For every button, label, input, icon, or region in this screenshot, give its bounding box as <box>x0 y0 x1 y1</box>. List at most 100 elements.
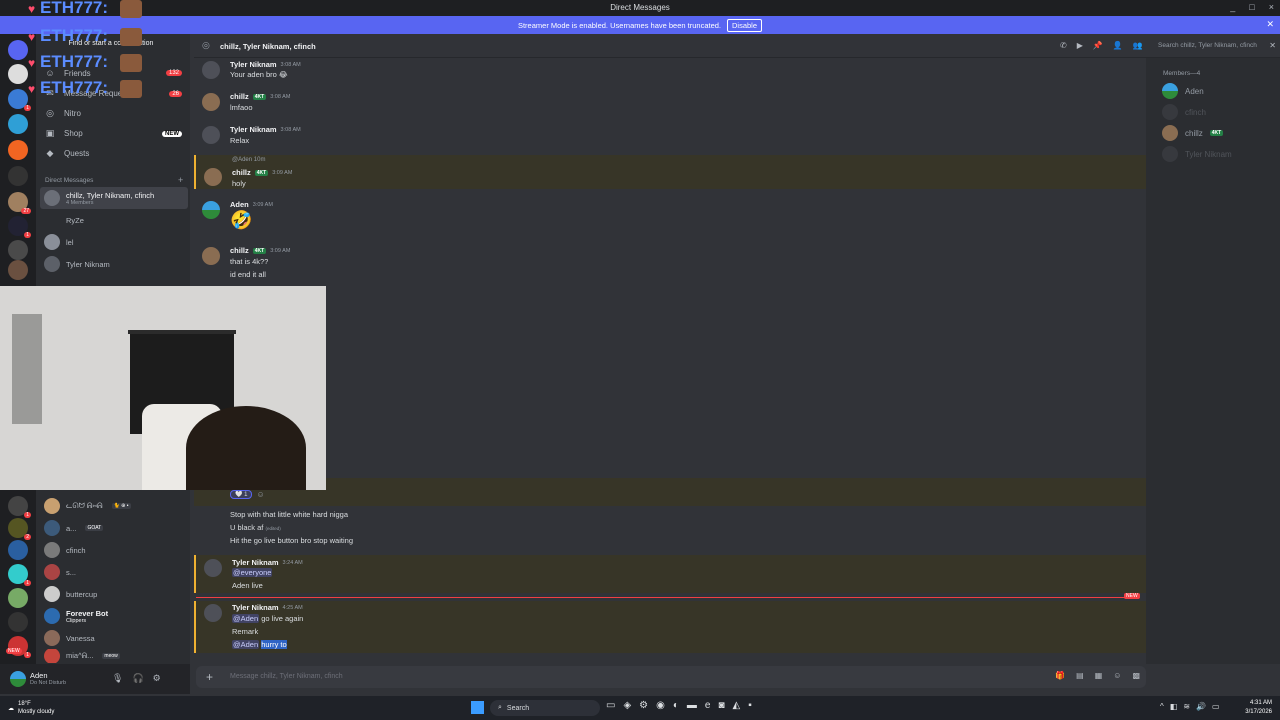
server-icon[interactable] <box>8 240 28 260</box>
server-icon[interactable] <box>8 114 28 134</box>
server-icon[interactable]: 2 <box>8 518 31 540</box>
avatar[interactable] <box>204 604 222 622</box>
avatar <box>44 649 60 663</box>
start-button[interactable] <box>471 701 484 714</box>
weather-widget[interactable]: ☁ 18°F Mostly cloudy <box>8 700 54 716</box>
server-icon[interactable] <box>8 64 28 84</box>
dm-item[interactable]: ᓚᘏᗢ ᕱ⑅ᕱ 🐈 ⊕ • <box>40 495 188 517</box>
avatar[interactable] <box>202 126 220 144</box>
file-explorer-icon[interactable]: ▬ <box>687 700 697 711</box>
pin-icon[interactable]: 📌 <box>1093 41 1103 50</box>
gift-icon[interactable]: 🎁 <box>1055 671 1065 680</box>
gif-icon[interactable]: ▤ <box>1076 671 1084 680</box>
dm-item[interactable]: s... <box>40 561 188 583</box>
member-item[interactable]: chillz 4KT <box>1162 125 1224 141</box>
quests-nav[interactable]: ◆ Quests <box>44 148 182 159</box>
server-icon[interactable]: 1 <box>8 496 31 518</box>
member-item[interactable]: cfinch <box>1162 104 1206 120</box>
server-icon[interactable] <box>8 588 28 608</box>
chrome-icon[interactable]: ◉ <box>656 700 665 711</box>
dm-item[interactable]: Tyler Niknam <box>40 253 188 275</box>
message-composer: + Message chillz, Tyler Niknam, cfinch 🎁… <box>196 666 1146 688</box>
video-icon[interactable]: ▶ <box>1077 41 1083 50</box>
server-icon[interactable]: 1 <box>8 564 31 586</box>
home-icon[interactable] <box>8 40 28 60</box>
add-friend-icon[interactable]: 👤 <box>1113 41 1123 50</box>
task-view-icon[interactable]: ▭ <box>606 700 615 711</box>
avatar[interactable] <box>204 168 222 186</box>
edge-icon[interactable]: ◐ <box>673 700 679 711</box>
dm-item[interactable]: buttercup <box>40 583 188 605</box>
microphone-icon[interactable]: 🎙 <box>112 673 123 684</box>
dm-item[interactable]: a... GOAT <box>40 517 188 539</box>
shop-nav[interactable]: ▣ Shop NEW <box>44 128 182 139</box>
dm-item[interactable]: Vanessa <box>40 627 188 649</box>
dm-item[interactable]: lel <box>40 231 188 253</box>
tray-chevron-icon[interactable]: ^ <box>1160 702 1164 711</box>
apps-icon[interactable]: ▩ <box>1132 671 1140 680</box>
avatar[interactable] <box>202 201 220 219</box>
nitro-nav[interactable]: ◎ Nitro <box>44 108 182 119</box>
server-icon[interactable] <box>8 612 28 632</box>
avatar <box>1162 104 1178 120</box>
minimize-button[interactable]: _ <box>1230 2 1235 12</box>
avatar[interactable] <box>10 671 26 687</box>
copilot-icon[interactable]: ◈ <box>623 700 631 711</box>
avatar[interactable] <box>202 93 220 111</box>
discord-icon[interactable]: ◙ <box>718 700 724 711</box>
reply-preview[interactable]: @Aden 10m <box>232 157 265 163</box>
volume-icon[interactable]: 🔊 <box>1196 702 1206 711</box>
user-mention[interactable]: @Aden <box>232 614 260 623</box>
server-icon[interactable] <box>8 260 28 280</box>
sticker-icon[interactable]: ▦ <box>1095 671 1103 680</box>
tray-app-icon[interactable]: ◧ <box>1170 702 1178 711</box>
message-highlighted: Tyler Niknam 3:24 AM @everyone Aden live <box>194 555 1146 593</box>
server-icon[interactable]: 27 <box>8 192 31 214</box>
server-icon[interactable]: 1 <box>8 89 31 111</box>
server-icon[interactable] <box>8 540 28 560</box>
avatar[interactable] <box>204 559 222 577</box>
disable-streamer-button[interactable]: Disable <box>727 18 763 32</box>
close-search-icon[interactable]: ✕ <box>1269 41 1276 50</box>
emoji-icon[interactable]: ☺ <box>1113 671 1121 680</box>
members-icon[interactable]: 👥 <box>1133 41 1143 50</box>
wifi-icon[interactable]: ≋ <box>1183 702 1190 711</box>
dm-item[interactable]: cfinch <box>40 539 188 561</box>
close-window-button[interactable]: × <box>1269 2 1274 12</box>
maximize-button[interactable]: □ <box>1249 2 1254 12</box>
dm-item[interactable]: Forever Bot Clippers <box>40 605 188 627</box>
add-reaction-icon[interactable]: ☺ <box>256 490 264 499</box>
dm-item[interactable]: RyZe <box>40 209 188 231</box>
server-icon[interactable] <box>8 140 28 160</box>
dm-item[interactable]: mia^ᕱ... meow <box>40 649 188 663</box>
server-icon[interactable]: 1 <box>8 216 31 238</box>
user-mention[interactable]: @Aden <box>232 640 260 649</box>
server-icon[interactable] <box>8 166 28 186</box>
member-item[interactable]: Tyler Niknam <box>1162 146 1232 162</box>
call-icon[interactable]: ✆ <box>1060 41 1067 50</box>
chat-search-input[interactable]: Search chillz, Tyler Niknam, cfinch <box>1158 42 1257 49</box>
app-icon[interactable]: ◭ <box>733 700 741 711</box>
ie-icon[interactable]: e <box>705 700 711 711</box>
close-banner-icon[interactable]: ✕ <box>1266 19 1274 30</box>
member-item[interactable]: Aden <box>1162 83 1204 99</box>
avatar[interactable] <box>202 247 220 265</box>
clock[interactable]: 4:31 AM 3/17/2026 <box>1245 699 1272 717</box>
avatar <box>44 542 60 558</box>
dm-item-group[interactable]: chillz, Tyler Niknam, cfinch 4 Members <box>40 187 188 209</box>
everyone-mention[interactable]: @everyone <box>232 568 273 577</box>
settings-icon[interactable]: ⚙ <box>153 673 161 684</box>
headphones-icon[interactable]: 🎧 <box>132 673 143 684</box>
taskbar-search[interactable]: ⌕ Search <box>490 700 600 716</box>
battery-icon[interactable]: ▭ <box>1212 702 1220 711</box>
message-input[interactable]: Message chillz, Tyler Niknam, cfinch <box>230 673 343 680</box>
settings-app-icon[interactable]: ⚙ <box>639 700 648 711</box>
nitro-icon: ◎ <box>46 108 54 118</box>
avatar <box>44 234 60 250</box>
reaction-button[interactable]: 🤍 1 <box>230 490 253 499</box>
create-dm-icon[interactable]: + <box>178 175 183 185</box>
avatar[interactable] <box>202 61 220 79</box>
upload-plus-icon[interactable]: + <box>206 670 213 684</box>
message: chillz 4KT 3:09 AM that is 4k?? id end i… <box>194 244 1146 282</box>
terminal-icon[interactable]: ▪ <box>748 700 752 711</box>
